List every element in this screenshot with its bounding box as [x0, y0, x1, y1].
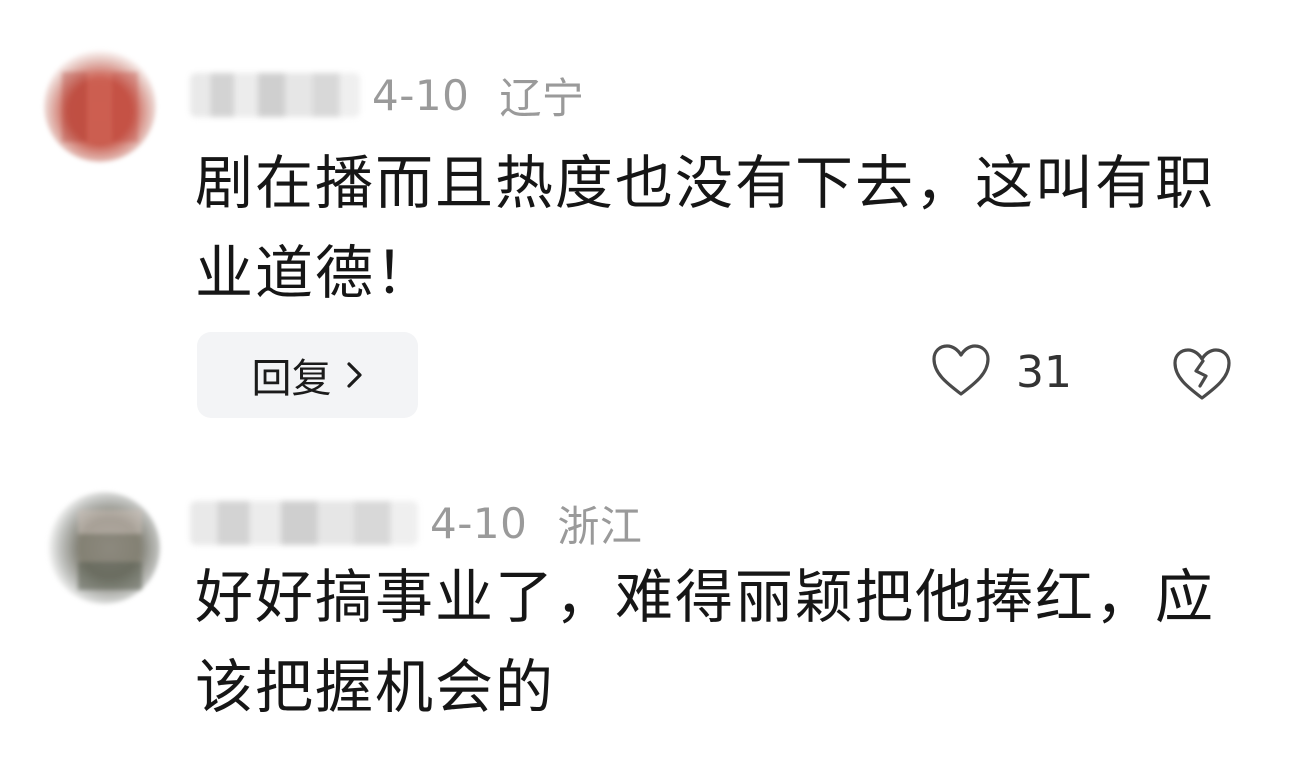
comment-date: 4-10 — [372, 70, 470, 120]
heart-outline-icon — [930, 342, 992, 402]
comment-location: 辽宁 — [499, 73, 585, 123]
avatar[interactable] — [48, 492, 160, 604]
broken-heart-icon[interactable] — [1170, 344, 1234, 404]
comment-location: 浙江 — [557, 501, 643, 551]
comment-item: 4-10 浙江 好好搞事业了，难得丽颖把他捧红，应该把握机会的 — [0, 470, 1294, 759]
avatar[interactable] — [44, 50, 156, 162]
like-button[interactable]: 31 — [930, 342, 1072, 402]
reply-label: 回复 — [251, 356, 332, 402]
like-count: 31 — [1016, 346, 1072, 398]
comment-text: 剧在播而且热度也没有下去，这叫有职业道德！ — [195, 149, 1216, 307]
reply-button[interactable]: 回复 — [197, 332, 418, 418]
comment-meta: 4-10 浙江 — [190, 495, 642, 551]
comment-date: 4-10 — [430, 498, 528, 548]
username-redacted[interactable] — [190, 501, 418, 545]
comment-text: 好好搞事业了，难得丽颖把他捧红，应该把握机会的 — [195, 563, 1216, 721]
username-redacted[interactable] — [190, 73, 360, 117]
comment-meta: 4-10 辽宁 — [190, 67, 584, 123]
chevron-right-icon — [346, 361, 364, 389]
comment-item: 4-10 辽宁 剧在播而且热度也没有下去，这叫有职业道德！ 回复 31 — [0, 0, 1294, 440]
